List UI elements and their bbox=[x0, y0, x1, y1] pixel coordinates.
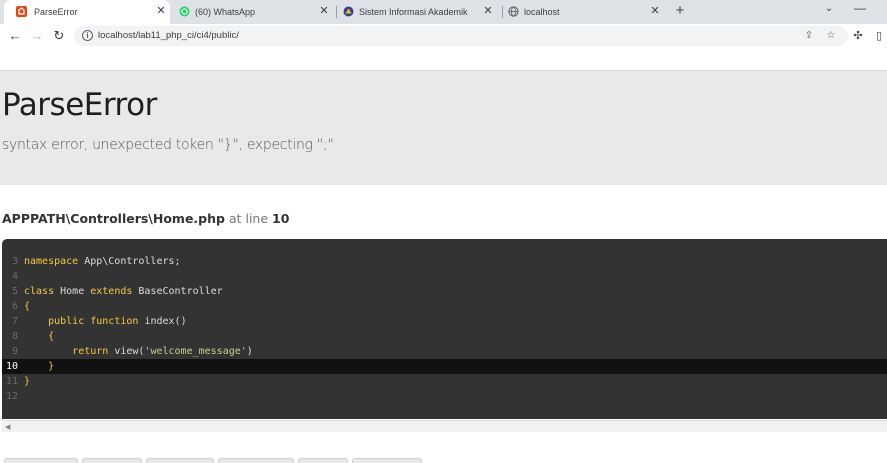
source-code-block: 3 namespace App\Controllers; 4 5 class Home … bbox=[2, 239, 887, 419]
trace-tab[interactable] bbox=[146, 458, 214, 463]
code-line-number: 3 bbox=[11, 256, 18, 267]
code-line-number: 12 bbox=[5, 391, 18, 402]
reload-button[interactable]: ↻ bbox=[51, 28, 67, 44]
code-line-number: 10 bbox=[5, 361, 18, 372]
code-line: 5 class Home extends BaseController bbox=[2, 284, 887, 299]
back-button[interactable]: ← bbox=[7, 28, 23, 44]
code-line-text: { bbox=[48, 331, 55, 342]
code-line: 10 } bbox=[2, 359, 887, 374]
code-line-text: } bbox=[48, 361, 55, 372]
tab-sistem-informasi-akademik[interactable]: Sistem Informasi Akademik ✕ bbox=[336, 0, 502, 24]
share-icon[interactable]: ⇪ bbox=[802, 29, 816, 43]
code-line: 3 namespace App\Controllers; bbox=[2, 254, 887, 269]
horizontal-scrollbar[interactable]: ◀ bbox=[2, 420, 887, 432]
at-line-label: at line bbox=[228, 211, 269, 226]
close-tab-icon[interactable]: ✕ bbox=[317, 4, 331, 18]
tab-title: (60) WhatsApp bbox=[195, 7, 256, 17]
university-icon bbox=[343, 6, 354, 17]
error-page: ParseError syntax error, unexpected toke… bbox=[0, 49, 887, 463]
code-line-text: return view('welcome_message') bbox=[72, 346, 253, 357]
codeigniter-icon bbox=[16, 6, 27, 17]
tab-title: ParseError bbox=[34, 7, 78, 17]
code-line: 9 return view('welcome_message') bbox=[2, 344, 887, 359]
globe-icon bbox=[508, 6, 519, 17]
trace-tab[interactable] bbox=[298, 458, 348, 463]
trace-tab[interactable] bbox=[4, 458, 78, 463]
error-location: APPPATH\Controllers\Home.php at line 10 bbox=[2, 211, 289, 226]
close-tab-icon[interactable]: ✕ bbox=[154, 4, 168, 18]
tab-search-chevron-icon[interactable]: ⌄ bbox=[822, 2, 836, 16]
forward-button[interactable]: → bbox=[29, 28, 45, 44]
bookmark-star-icon[interactable]: ☆ bbox=[824, 29, 838, 43]
url-text[interactable]: localhost/lab11_php_ci/ci4/public/ bbox=[98, 30, 239, 42]
browser-tab-strip: ParseError ✕ (60) WhatsApp ✕ Sistem Info… bbox=[0, 0, 887, 24]
code-line-number: 6 bbox=[11, 301, 18, 312]
code-line-text: } bbox=[24, 376, 31, 387]
code-line-number: 8 bbox=[11, 331, 18, 342]
trace-tab[interactable] bbox=[218, 458, 294, 463]
side-panel-icon[interactable]: ▯ bbox=[871, 28, 887, 44]
scroll-left-arrow-icon[interactable]: ◀ bbox=[5, 423, 10, 431]
trace-tab[interactable] bbox=[352, 458, 422, 463]
code-line: 8 { bbox=[2, 329, 887, 344]
code-line-text: namespace App\Controllers; bbox=[24, 256, 181, 267]
code-line-number: 11 bbox=[5, 376, 18, 387]
tab-whatsapp[interactable]: (60) WhatsApp ✕ bbox=[170, 0, 336, 24]
site-info-icon[interactable]: i bbox=[82, 30, 93, 41]
line-number: 10 bbox=[272, 211, 290, 226]
code-line: 11} bbox=[2, 374, 887, 389]
address-bar[interactable]: i localhost/lab11_php_ci/ci4/public/ ⇪ ☆ bbox=[74, 26, 848, 46]
minimize-window-button[interactable]: — bbox=[853, 1, 867, 15]
extensions-puzzle-icon[interactable]: ✣ bbox=[850, 28, 866, 44]
code-line-number: 5 bbox=[11, 286, 18, 297]
code-line-text: class Home extends BaseController bbox=[24, 286, 223, 297]
code-line-text: { bbox=[24, 301, 31, 312]
code-line-number: 7 bbox=[11, 316, 18, 327]
new-tab-button[interactable]: + bbox=[672, 3, 688, 19]
code-line: 7 public function index() bbox=[2, 314, 887, 329]
code-line-text: public function index() bbox=[48, 316, 187, 327]
code-line-number: 9 bbox=[11, 346, 18, 357]
error-message: syntax error, unexpected token "}", expe… bbox=[2, 137, 334, 153]
tab-title: Sistem Informasi Akademik bbox=[359, 7, 468, 17]
file-path: APPPATH\Controllers\Home.php bbox=[2, 211, 225, 226]
code-line: 6{ bbox=[2, 299, 887, 314]
error-header: ParseError syntax error, unexpected toke… bbox=[0, 70, 887, 185]
code-line: 12 bbox=[2, 389, 887, 404]
browser-toolbar: ← → ↻ i localhost/lab11_php_ci/ci4/publi… bbox=[0, 24, 887, 48]
error-title: ParseError bbox=[2, 87, 157, 123]
whatsapp-icon bbox=[179, 6, 190, 17]
tab-parseerror[interactable]: ParseError ✕ bbox=[4, 0, 170, 24]
tab-localhost[interactable]: localhost ✕ bbox=[502, 0, 666, 24]
code-line-number: 4 bbox=[11, 271, 18, 282]
trace-tab[interactable] bbox=[82, 458, 142, 463]
tab-title: localhost bbox=[524, 7, 560, 17]
close-tab-icon[interactable]: ✕ bbox=[648, 4, 662, 18]
close-tab-icon[interactable]: ✕ bbox=[481, 4, 495, 18]
code-line: 4 bbox=[2, 269, 887, 284]
